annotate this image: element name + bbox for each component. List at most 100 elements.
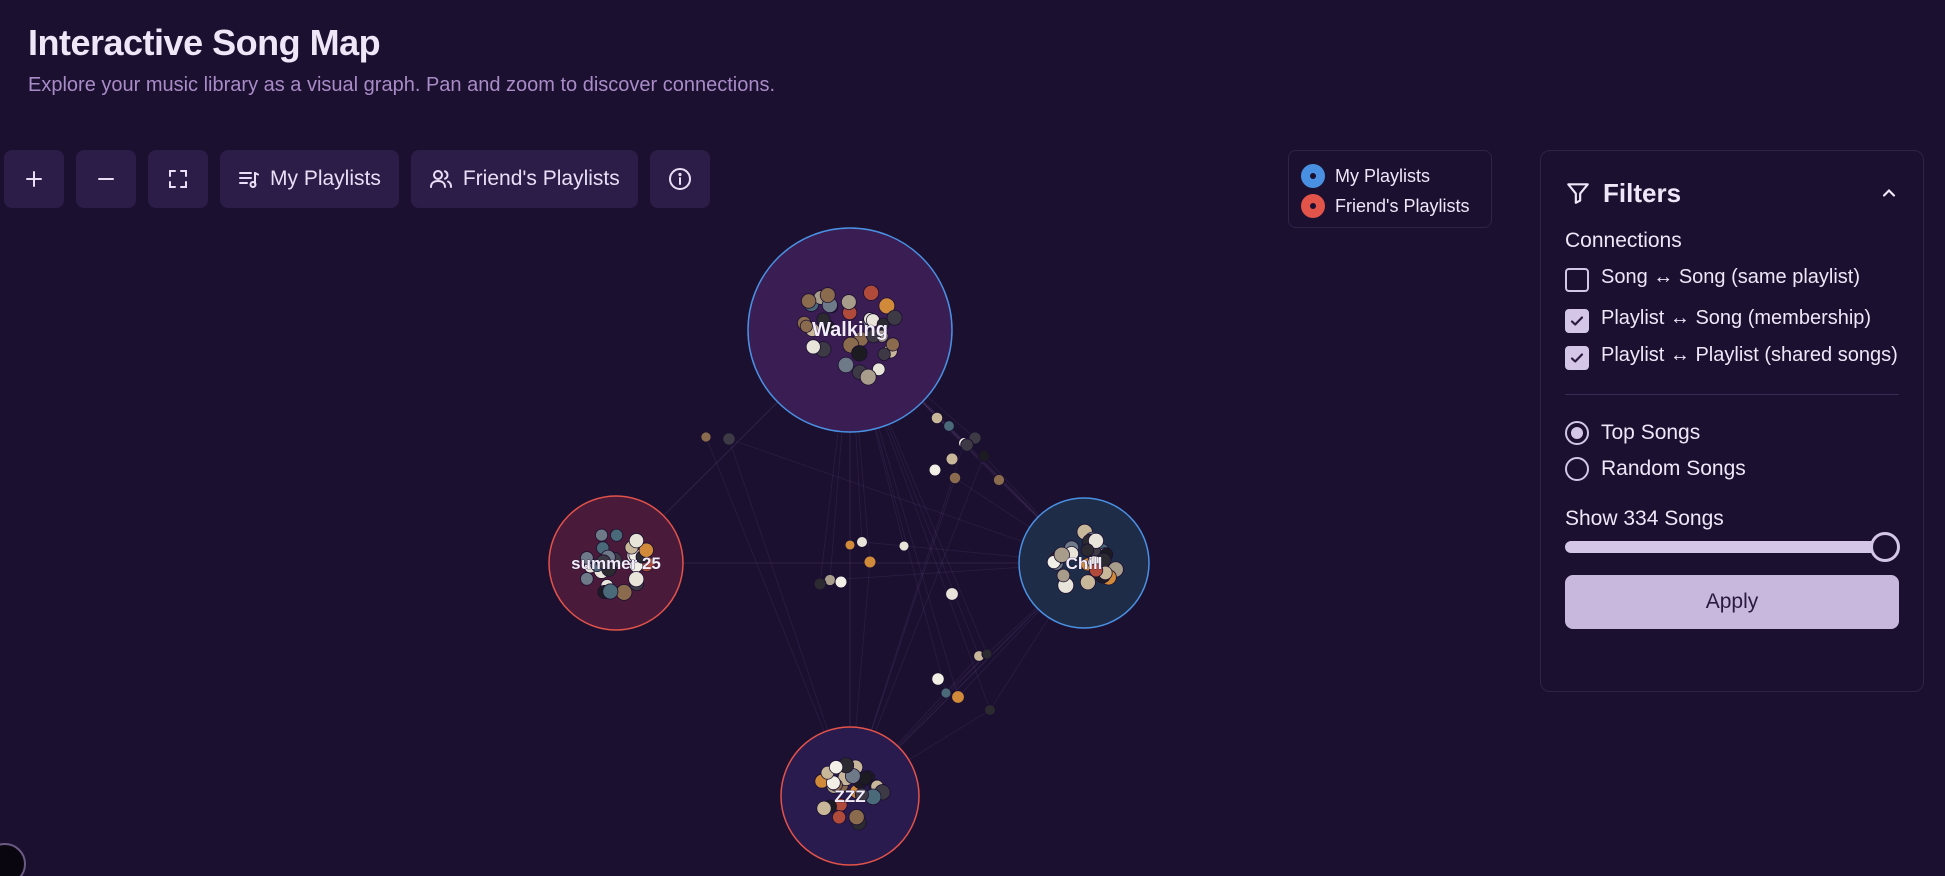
song-node bbox=[722, 432, 736, 446]
song-thumbnail bbox=[837, 356, 855, 374]
option-playlist-playlist[interactable]: Playlist ↔ Playlist (shared songs) bbox=[1565, 345, 1899, 370]
info-icon bbox=[668, 168, 691, 190]
song-node bbox=[992, 473, 1006, 487]
zoom-in-button[interactable] bbox=[4, 150, 64, 208]
song-graph-canvas[interactable]: Walking summer 25 Chill ZZZ bbox=[0, 220, 1530, 876]
song-thumbnail bbox=[805, 339, 821, 355]
song-thumbnail bbox=[886, 309, 903, 326]
song-thumbnail bbox=[615, 584, 633, 601]
apply-button[interactable]: Apply bbox=[1565, 575, 1899, 629]
filters-title: Filters bbox=[1603, 177, 1682, 208]
song-node bbox=[945, 452, 959, 466]
plus-icon bbox=[26, 171, 42, 187]
info-button[interactable] bbox=[649, 150, 710, 208]
song-node bbox=[948, 471, 962, 485]
song-node bbox=[700, 431, 712, 443]
song-node bbox=[855, 535, 869, 549]
song-thumbnail bbox=[859, 368, 877, 386]
song-node bbox=[984, 704, 996, 716]
mode-random-songs[interactable]: Random Songs bbox=[1565, 451, 1899, 487]
my-playlists-button[interactable]: My Playlists bbox=[220, 150, 399, 208]
checkbox-playlist-song[interactable] bbox=[1565, 309, 1589, 333]
connections-label: Connections bbox=[1565, 229, 1682, 252]
legend: My Playlists Friend's Playlists bbox=[1288, 150, 1492, 228]
page-subtitle: Explore your music library as a visual g… bbox=[28, 74, 776, 96]
checkbox-playlist-playlist[interactable] bbox=[1565, 346, 1589, 370]
song-count-label: Show 334 Songs bbox=[1565, 507, 1724, 530]
playlist-label: summer 25 bbox=[571, 554, 661, 573]
song-node bbox=[960, 438, 974, 452]
song-node bbox=[813, 577, 827, 591]
radio-top-songs[interactable] bbox=[1565, 421, 1589, 445]
chevron-up-icon[interactable] bbox=[1879, 183, 1899, 203]
song-node bbox=[945, 587, 959, 601]
song-node bbox=[930, 411, 944, 425]
users-icon bbox=[429, 170, 452, 188]
song-node bbox=[977, 449, 991, 463]
song-thumbnail bbox=[1079, 574, 1096, 591]
checkbox-song-song[interactable] bbox=[1565, 268, 1589, 292]
option-label: Playlist ↔ Playlist (shared songs) bbox=[1601, 344, 1898, 366]
song-thumbnail bbox=[863, 284, 880, 301]
song-node bbox=[981, 648, 993, 660]
playlist-label: ZZZ bbox=[834, 787, 865, 806]
song-thumbnail bbox=[580, 572, 594, 586]
song-thumbnail bbox=[840, 294, 857, 310]
zoom-out-button[interactable] bbox=[76, 150, 136, 208]
playlist-node[interactable]: summer 25 bbox=[548, 495, 684, 631]
song-node bbox=[834, 575, 848, 589]
song-thumbnail bbox=[832, 810, 847, 825]
check-icon bbox=[1570, 316, 1584, 326]
my-playlists-label: My Playlists bbox=[270, 167, 381, 190]
friends-playlists-label: Friend's Playlists bbox=[462, 167, 620, 190]
filter-icon bbox=[1567, 183, 1589, 204]
mode-label: Random Songs bbox=[1601, 457, 1746, 480]
legend-item-mine: My Playlists bbox=[1301, 161, 1479, 191]
playlist-label: Walking bbox=[812, 319, 888, 341]
check-icon bbox=[1570, 353, 1584, 363]
graph-toolbar: My Playlists Friend's Playlists bbox=[4, 150, 710, 208]
song-node bbox=[943, 420, 955, 432]
song-thumbnail bbox=[602, 583, 619, 600]
radio-random-songs[interactable] bbox=[1565, 457, 1589, 481]
song-thumbnail bbox=[628, 571, 645, 588]
legend-label: My Playlists bbox=[1335, 165, 1431, 186]
song-thumbnail bbox=[595, 528, 609, 542]
song-thumbnail bbox=[828, 760, 844, 775]
playlist-node[interactable]: Chill bbox=[1018, 497, 1150, 629]
legend-item-friend: Friend's Playlists bbox=[1301, 191, 1479, 221]
song-thumbnail bbox=[885, 337, 900, 352]
song-thumbnail bbox=[610, 528, 624, 542]
song-thumbnail bbox=[848, 809, 865, 826]
playlist-node[interactable]: ZZZ bbox=[780, 726, 920, 866]
slider-thumb[interactable] bbox=[1870, 532, 1900, 562]
option-label: Playlist ↔ Song (membership) bbox=[1601, 307, 1872, 329]
song-thumbnail bbox=[816, 800, 832, 816]
page-title: Interactive Song Map bbox=[28, 22, 381, 63]
song-node bbox=[898, 540, 910, 552]
playlist-music-icon bbox=[239, 172, 259, 188]
song-thumbnail bbox=[628, 533, 645, 549]
option-label: Song ↔ Song (same playlist) bbox=[1601, 266, 1861, 288]
song-count-slider[interactable] bbox=[1565, 532, 1900, 562]
song-thumbnail bbox=[799, 319, 813, 333]
filters-header: Filters bbox=[1565, 175, 1899, 211]
song-thumbnail bbox=[819, 287, 836, 303]
song-node bbox=[931, 672, 945, 686]
option-song-song[interactable]: Song ↔ Song (same playlist) bbox=[1565, 267, 1899, 292]
mode-top-songs[interactable]: Top Songs bbox=[1565, 415, 1899, 451]
playlist-label: Chill bbox=[1066, 554, 1103, 573]
song-node bbox=[844, 539, 856, 551]
fullscreen-icon bbox=[169, 170, 187, 188]
mode-label: Top Songs bbox=[1601, 421, 1701, 444]
option-playlist-song[interactable]: Playlist ↔ Song (membership) bbox=[1565, 308, 1899, 333]
fit-view-button[interactable] bbox=[148, 150, 208, 208]
filters-divider bbox=[1565, 394, 1899, 395]
song-node bbox=[940, 687, 952, 699]
song-node bbox=[863, 555, 877, 569]
song-node bbox=[928, 463, 942, 477]
friends-playlists-button[interactable]: Friend's Playlists bbox=[410, 150, 638, 208]
legend-dot bbox=[1301, 164, 1325, 188]
playlist-node[interactable]: Walking bbox=[747, 227, 953, 433]
legend-label: Friend's Playlists bbox=[1335, 195, 1470, 216]
